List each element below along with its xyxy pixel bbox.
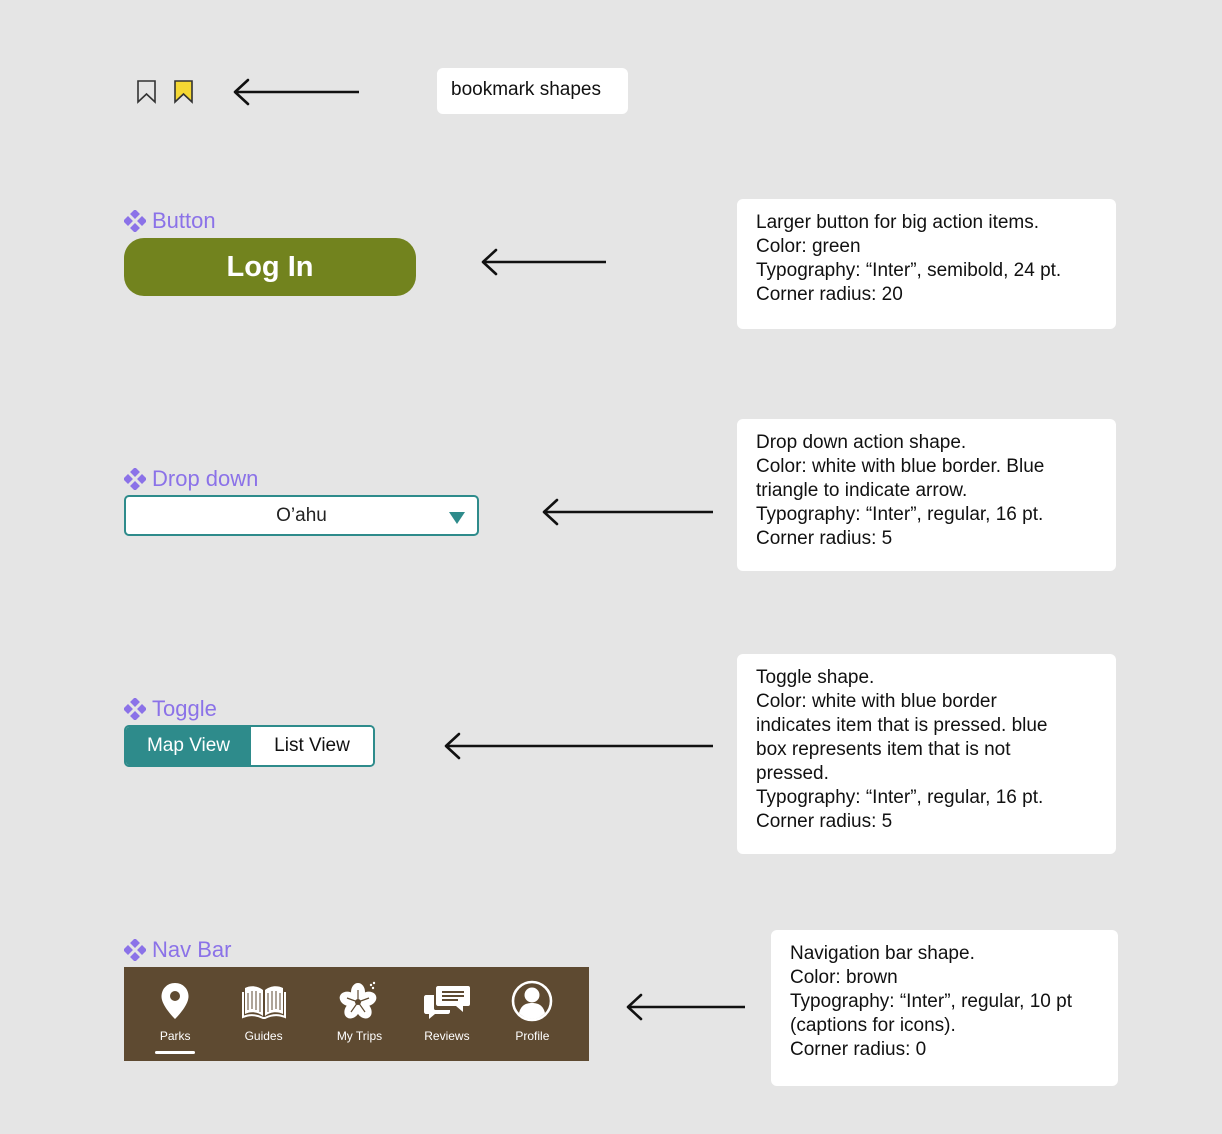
component-label-text: Nav Bar	[152, 937, 232, 962]
component-label-button: Button	[124, 208, 216, 234]
chevron-down-icon[interactable]	[448, 511, 466, 525]
nav-bar: Parks Guides My Trips Reviews Profile	[124, 967, 589, 1061]
note-line: Corner radius: 5	[756, 811, 893, 832]
chat-bubbles-icon	[423, 986, 470, 1019]
note-line: Color: white with blue border. Blue	[756, 456, 1045, 477]
button-note: Larger button for big action items. Colo…	[737, 199, 1116, 329]
toggle-list-view[interactable]: List View	[251, 727, 373, 765]
bookmark-note-text: bookmark shapes	[451, 79, 601, 100]
nav-item-guides[interactable]: Guides	[226, 967, 301, 1061]
note-line: box represents item that is not	[756, 739, 1011, 760]
note-line: Typography: “Inter”, regular, 10 pt	[790, 991, 1072, 1012]
component-label-toggle: Toggle	[124, 696, 217, 722]
component-label-navbar: Nav Bar	[124, 937, 231, 963]
note-line: Corner radius: 0	[790, 1039, 927, 1060]
note-line: Corner radius: 5	[756, 528, 893, 549]
bookmark-outline-icon[interactable]	[136, 79, 158, 105]
note-line: triangle to indicate arrow.	[756, 480, 968, 501]
map-pin-icon	[161, 983, 189, 1019]
arrow-left-icon	[481, 248, 606, 276]
nav-item-profile[interactable]: Profile	[476, 967, 589, 1061]
note-line: Color: green	[756, 236, 861, 257]
component-diamond-icon	[124, 939, 146, 961]
bookmark-note: bookmark shapes	[437, 68, 628, 114]
note-line: Toggle shape.	[756, 667, 875, 688]
note-line: Corner radius: 20	[756, 284, 903, 305]
nav-item-label: Guides	[244, 1029, 283, 1043]
toggle-note: Toggle shape. Color: white with blue bor…	[737, 654, 1116, 854]
dropdown-note: Drop down action shape. Color: white wit…	[737, 419, 1116, 571]
nav-item-label: Profile	[515, 1029, 550, 1043]
note-line: (captions for icons).	[790, 1015, 956, 1036]
hibiscus-icon	[340, 981, 377, 1019]
note-line: indicates item that is pressed. blue	[756, 715, 1048, 736]
toggle-map-view[interactable]: Map View	[126, 727, 251, 765]
component-diamond-icon	[124, 698, 146, 720]
nav-item-reviews[interactable]: Reviews	[418, 967, 476, 1061]
nav-item-label: Reviews	[424, 1029, 470, 1043]
island-dropdown[interactable]: O’ahu	[124, 495, 479, 536]
note-line: Typography: “Inter”, semibold, 24 pt.	[756, 260, 1062, 281]
arrow-left-icon	[444, 732, 713, 760]
note-line: Larger button for big action items.	[756, 212, 1040, 233]
component-label-text: Drop down	[152, 466, 259, 491]
arrow-left-icon	[542, 498, 713, 526]
note-line: Navigation bar shape.	[790, 943, 975, 964]
navbar-note: Navigation bar shape. Color: brown Typog…	[771, 930, 1118, 1086]
nav-item-my-trips[interactable]: My Trips	[301, 967, 418, 1061]
view-toggle: Map View List View	[124, 725, 375, 767]
note-line: Drop down action shape.	[756, 432, 967, 453]
bookmark-filled-icon[interactable]	[173, 79, 195, 105]
component-label-text: Button	[152, 208, 216, 233]
log-in-button[interactable]: Log In	[124, 238, 416, 296]
book-icon	[241, 986, 286, 1019]
note-line: pressed.	[756, 763, 829, 784]
note-line: Color: white with blue border	[756, 691, 997, 712]
component-label-dropdown: Drop down	[124, 466, 258, 492]
component-diamond-icon	[124, 210, 146, 232]
component-diamond-icon	[124, 468, 146, 490]
user-circle-icon	[512, 980, 553, 1022]
arrow-left-icon	[233, 78, 359, 106]
note-line: Typography: “Inter”, regular, 16 pt.	[756, 504, 1044, 525]
component-label-text: Toggle	[152, 696, 217, 721]
nav-item-parks[interactable]: Parks	[124, 967, 226, 1061]
note-line: Typography: “Inter”, regular, 16 pt.	[756, 787, 1044, 808]
nav-item-label: Parks	[159, 1029, 191, 1043]
dropdown-selected-value: O’ahu	[276, 504, 327, 526]
arrow-left-icon	[626, 993, 745, 1021]
active-indicator	[155, 1051, 196, 1054]
nav-item-label: My Trips	[336, 1029, 383, 1043]
note-line: Color: brown	[790, 967, 898, 988]
